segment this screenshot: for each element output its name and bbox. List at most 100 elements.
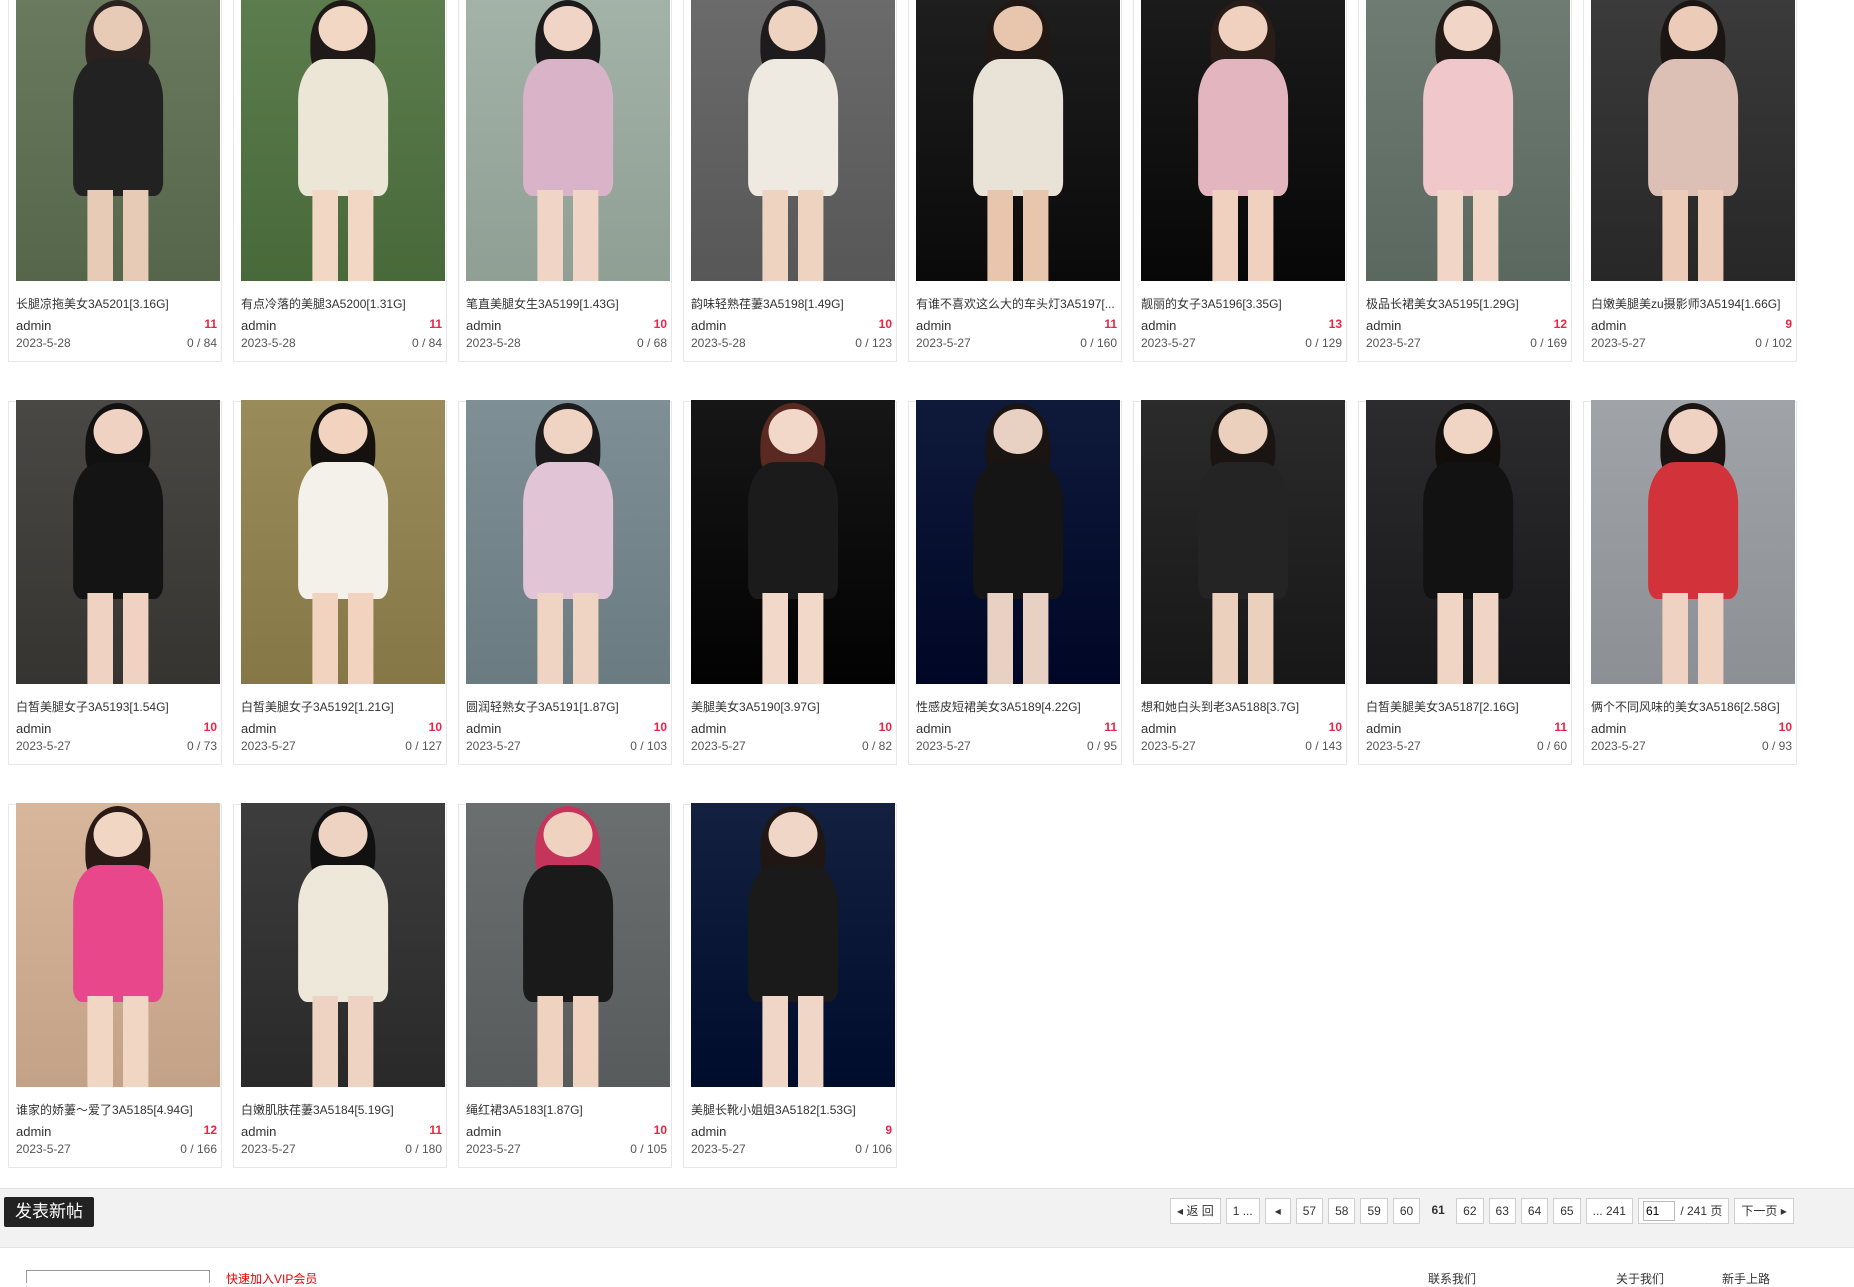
thread-thumbnail[interactable] xyxy=(1366,400,1570,684)
thread-title[interactable]: 绳红裙3A5183[1.87G] xyxy=(466,1101,672,1118)
thread-card[interactable]: 绳红裙3A5183[1.87G] admin 10 2023-5-27 0 / 105 xyxy=(458,803,672,1168)
thread-title[interactable]: 白皙美腿美女3A5187[2.16G] xyxy=(1366,698,1572,715)
thread-author[interactable]: admin xyxy=(1366,721,1401,736)
thread-title[interactable]: 韵味轻熟荏萋3A5198[1.49G] xyxy=(691,295,897,312)
back-button[interactable]: ◂ 返 回 xyxy=(1170,1198,1221,1224)
thread-title[interactable]: 白皙美腿女子3A5193[1.54G] xyxy=(16,698,222,715)
thread-author[interactable]: admin xyxy=(466,721,501,736)
thread-card[interactable]: 靓丽的女子3A5196[3.35G] admin 13 2023-5-27 0 / 12… xyxy=(1133,0,1347,362)
thread-author[interactable]: admin xyxy=(1591,318,1626,333)
page-link[interactable]: 59 xyxy=(1360,1198,1388,1224)
thread-thumbnail[interactable] xyxy=(691,803,895,1087)
thread-author[interactable]: admin xyxy=(691,318,726,333)
thread-title[interactable]: 长腿凉拖美女3A5201[3.16G] xyxy=(16,295,222,312)
thread-thumbnail[interactable] xyxy=(1591,0,1795,281)
thread-author[interactable]: admin xyxy=(916,721,951,736)
thread-card[interactable]: 圆润轻熟女子3A5191[1.87G] admin 10 2023-5-27 0 / 1… xyxy=(458,400,672,765)
thread-thumbnail[interactable] xyxy=(916,0,1120,281)
thread-card[interactable]: 白嫩肌肤荏萋3A5184[5.19G] admin 11 2023-5-27 0 / 1… xyxy=(233,803,447,1168)
thread-author[interactable]: admin xyxy=(691,721,726,736)
thread-thumbnail[interactable] xyxy=(241,0,445,281)
footer-link-contact[interactable]: 联系我们 xyxy=(1428,1270,1476,1287)
thread-title[interactable]: 笔直美腿女生3A5199[1.43G] xyxy=(466,295,672,312)
thread-thumbnail[interactable] xyxy=(691,400,895,684)
thread-title[interactable]: 有点冷落的美腿3A5200[1.31G] xyxy=(241,295,447,312)
thread-author[interactable]: admin xyxy=(691,1124,726,1139)
thread-card[interactable]: 白皙美腿美女3A5187[2.16G] admin 11 2023-5-27 0 / 6… xyxy=(1358,400,1572,765)
page-link[interactable]: 62 xyxy=(1456,1198,1484,1224)
thread-card[interactable]: 白嫩美腿美zu摄影师3A5194[1.66G] admin 9 2023-5-27 0 … xyxy=(1583,0,1797,362)
page-link[interactable]: 58 xyxy=(1328,1198,1356,1224)
page-link[interactable]: 64 xyxy=(1520,1198,1549,1224)
thread-thumbnail[interactable] xyxy=(16,803,220,1087)
thread-title[interactable]: 有谁不喜欢这么大的车头灯3A5197[... xyxy=(916,295,1122,312)
thread-thumbnail[interactable] xyxy=(1366,0,1570,281)
thread-title[interactable]: 圆润轻熟女子3A5191[1.87G] xyxy=(466,698,672,715)
thread-author[interactable]: admin xyxy=(1141,318,1176,333)
thread-thumbnail[interactable] xyxy=(241,803,445,1087)
thread-author[interactable]: admin xyxy=(1366,318,1401,333)
page-link[interactable]: 60 xyxy=(1392,1198,1421,1224)
thread-author[interactable]: admin xyxy=(466,318,501,333)
page-link[interactable]: 57 xyxy=(1295,1198,1324,1224)
thread-thumbnail[interactable] xyxy=(916,400,1120,684)
thread-title[interactable]: 白皙美腿女子3A5192[1.21G] xyxy=(241,698,447,715)
next-page-button[interactable]: 下一页 ▸ xyxy=(1734,1198,1794,1224)
thread-card[interactable]: 想和她白头到老3A5188[3.7G] admin 10 2023-5-27 0 / 1… xyxy=(1133,400,1347,765)
page-jump-input[interactable] xyxy=(1642,1201,1675,1221)
prev-page-button[interactable]: ◂ xyxy=(1264,1198,1291,1224)
thread-thumbnail[interactable] xyxy=(16,0,220,281)
new-post-button[interactable]: 发表新帖 xyxy=(4,1197,94,1227)
last-page-link[interactable]: ... 241 xyxy=(1585,1198,1633,1224)
thread-card[interactable]: 长腿凉拖美女3A5201[3.16G] admin 11 2023-5-28 0 / 8… xyxy=(8,0,222,362)
thread-title[interactable]: 谁家的娇萋～爱了3A5185[4.94G] xyxy=(16,1101,222,1118)
thread-thumbnail[interactable] xyxy=(1141,0,1345,281)
thread-card[interactable]: 极品长裙美女3A5195[1.29G] admin 12 2023-5-27 0 / 1… xyxy=(1358,0,1572,362)
thread-thumbnail[interactable] xyxy=(1141,400,1345,684)
thread-card[interactable]: 白皙美腿女子3A5192[1.21G] admin 10 2023-5-27 0 / 1… xyxy=(233,400,447,765)
thread-card[interactable]: 谁家的娇萋～爱了3A5185[4.94G] admin 12 2023-5-27 0 /… xyxy=(8,803,222,1168)
thread-card[interactable]: 韵味轻熟荏萋3A5198[1.49G] admin 10 2023-5-28 0 / 1… xyxy=(683,0,897,362)
footer-link-newbie[interactable]: 新手上路 xyxy=(1722,1270,1770,1287)
thread-author[interactable]: admin xyxy=(16,721,51,736)
thread-author[interactable]: admin xyxy=(1141,721,1176,736)
thread-author[interactable]: admin xyxy=(466,1124,501,1139)
thread-title[interactable]: 俩个不同风味的美女3A5186[2.58G] xyxy=(1591,698,1797,715)
thread-thumbnail[interactable] xyxy=(466,803,670,1087)
thread-card[interactable]: 白皙美腿女子3A5193[1.54G] admin 10 2023-5-27 0 / 7… xyxy=(8,400,222,765)
thread-thumbnail[interactable] xyxy=(691,0,895,281)
thread-thumbnail[interactable] xyxy=(466,400,670,684)
thread-author[interactable]: admin xyxy=(1591,721,1626,736)
first-page-link[interactable]: 1 ... xyxy=(1225,1198,1260,1224)
thread-title[interactable]: 美腿长靴小姐姐3A5182[1.53G] xyxy=(691,1101,897,1118)
view-count: 0 / 82 xyxy=(861,739,892,753)
thread-title[interactable]: 想和她白头到老3A5188[3.7G] xyxy=(1141,698,1347,715)
thread-author[interactable]: admin xyxy=(241,1124,276,1139)
thread-card[interactable]: 有点冷落的美腿3A5200[1.31G] admin 11 2023-5-28 0 / … xyxy=(233,0,447,362)
thread-author[interactable]: admin xyxy=(16,1124,51,1139)
thread-thumbnail[interactable] xyxy=(241,400,445,684)
thread-author[interactable]: admin xyxy=(241,721,276,736)
thread-thumbnail[interactable] xyxy=(466,0,670,281)
thread-card[interactable]: 性感皮短裙美女3A5189[4.22G] admin 11 2023-5-27 0 / … xyxy=(908,400,1122,765)
thread-thumbnail[interactable] xyxy=(1591,400,1795,684)
thread-title[interactable]: 性感皮短裙美女3A5189[4.22G] xyxy=(916,698,1122,715)
page-link[interactable]: 63 xyxy=(1488,1198,1516,1224)
thread-title[interactable]: 白嫩美腿美zu摄影师3A5194[1.66G] xyxy=(1591,295,1797,312)
thread-title[interactable]: 美腿美女3A5190[3.97G] xyxy=(691,698,897,715)
page-link[interactable]: 65 xyxy=(1553,1198,1581,1224)
thread-card[interactable]: 美腿长靴小姐姐3A5182[1.53G] admin 9 2023-5-27 0 / 1… xyxy=(683,803,897,1168)
footer-link-about[interactable]: 关于我们 xyxy=(1616,1270,1664,1287)
thread-card[interactable]: 有谁不喜欢这么大的车头灯3A5197[... admin 11 2023-5-27 0 … xyxy=(908,0,1122,362)
thread-title[interactable]: 极品长裙美女3A5195[1.29G] xyxy=(1366,295,1572,312)
vip-link[interactable]: 快速加入VIP会员 xyxy=(226,1270,317,1287)
thread-author[interactable]: admin xyxy=(16,318,51,333)
thread-thumbnail[interactable] xyxy=(16,400,220,684)
thread-card[interactable]: 美腿美女3A5190[3.97G] admin 10 2023-5-27 0 / 82 xyxy=(683,400,897,765)
thread-author[interactable]: admin xyxy=(241,318,276,333)
thread-author[interactable]: admin xyxy=(916,318,951,333)
thread-title[interactable]: 靓丽的女子3A5196[3.35G] xyxy=(1141,295,1347,312)
thread-title[interactable]: 白嫩肌肤荏萋3A5184[5.19G] xyxy=(241,1101,447,1118)
thread-card[interactable]: 笔直美腿女生3A5199[1.43G] admin 10 2023-5-28 0 / 6… xyxy=(458,0,672,362)
thread-card[interactable]: 俩个不同风味的美女3A5186[2.58G] admin 10 2023-5-27 0 … xyxy=(1583,400,1797,765)
